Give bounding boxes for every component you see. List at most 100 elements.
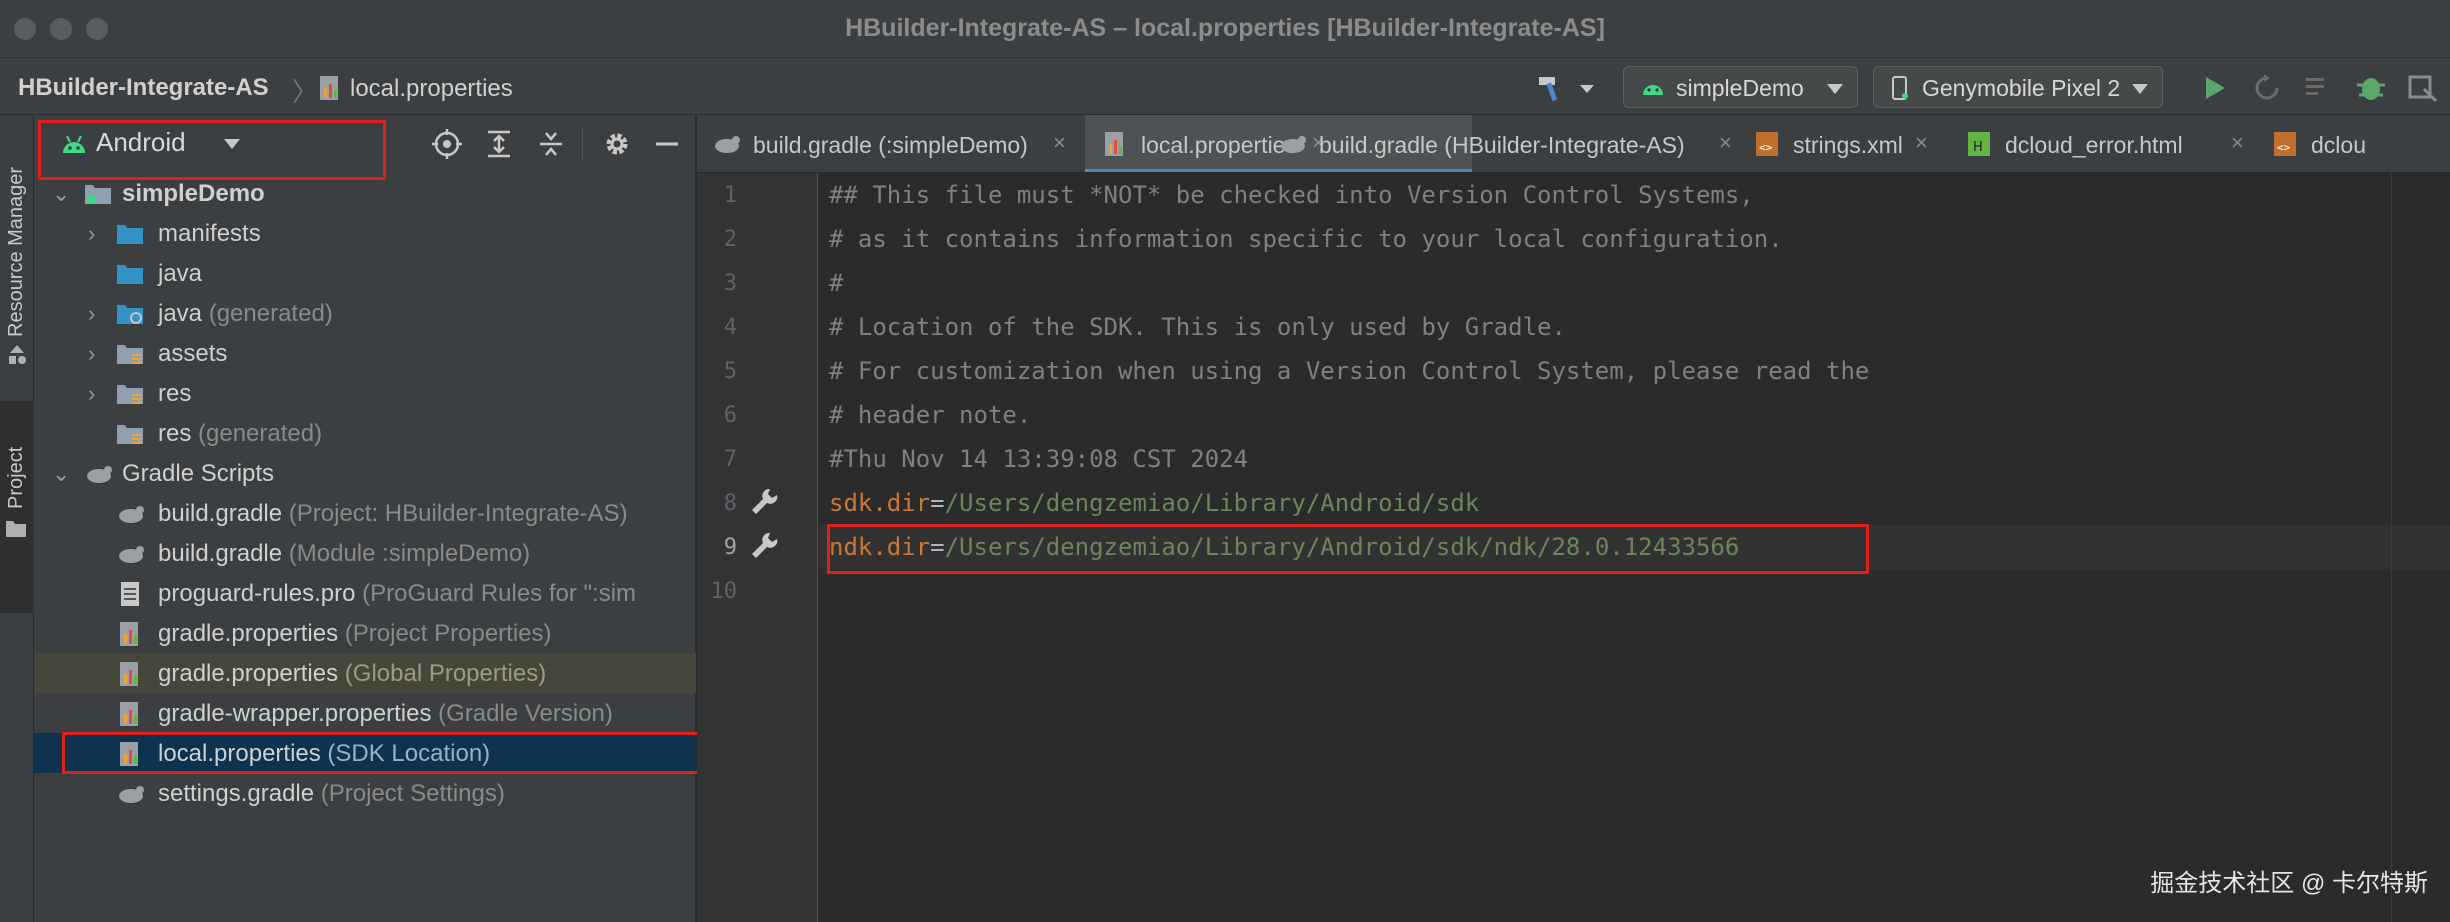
- close-tab-icon[interactable]: ×: [1719, 130, 1732, 156]
- tree-item-gradle-wrapper-properties[interactable]: gradle-wrapper.properties (Gradle Versio…: [34, 693, 696, 733]
- tree-item-simpledemo[interactable]: ⌄ simpleDemo: [34, 173, 696, 213]
- line-number: 4: [723, 315, 737, 340]
- chevron-right-icon: ›: [88, 301, 96, 326]
- line-number: 2: [723, 227, 737, 252]
- breadcrumb-file[interactable]: local.properties: [350, 75, 513, 103]
- gradle-icon: [119, 786, 144, 803]
- hide-panel-icon[interactable]: [652, 129, 682, 159]
- chevron-down-icon: [2132, 84, 2148, 94]
- wrench-icon[interactable]: [749, 486, 779, 516]
- editor-tab-bar: build.gradle (:simpleDemo) × local.prope…: [697, 115, 2450, 173]
- tree-item-manifests[interactable]: › manifests: [34, 213, 696, 253]
- tree-item-java-generated[interactable]: › java (generated): [34, 293, 696, 333]
- xml-file-icon: <>: [1756, 132, 1778, 156]
- chevron-down-icon: ⌄: [52, 461, 71, 486]
- run-icon[interactable]: [2203, 75, 2227, 101]
- line-number: 6: [723, 403, 737, 428]
- breadcrumb-project[interactable]: HBuilder-Integrate-AS: [18, 74, 269, 102]
- code-line: # as it contains information specific to…: [829, 225, 1783, 253]
- navigation-bar: HBuilder-Integrate-AS 〉 local.properties…: [0, 58, 2450, 115]
- tree-item-res-generated[interactable]: res (generated): [34, 413, 696, 453]
- device-select[interactable]: Genymobile Pixel 2: [1873, 66, 2163, 108]
- tree-item-gradle-properties-global[interactable]: gradle.properties (Global Properties): [34, 653, 696, 693]
- code-editor[interactable]: ## This file must *NOT* be checked into …: [819, 173, 2450, 922]
- folder-icon: [6, 521, 26, 537]
- divider: [582, 127, 583, 161]
- tab-strings-xml[interactable]: <> strings.xml ×: [1737, 115, 1965, 172]
- properties-file-icon: [120, 702, 138, 726]
- expand-all-icon[interactable]: [484, 129, 514, 159]
- resource-folder-icon: [117, 345, 143, 364]
- line-number: 7: [723, 447, 737, 472]
- tree-item-proguard-rules[interactable]: proguard-rules.pro (ProGuard Rules for "…: [34, 573, 696, 613]
- chevron-down-icon: [1827, 84, 1843, 94]
- gradle-icon: [1281, 136, 1306, 153]
- tab-build-gradle-simpledemo[interactable]: build.gradle (:simpleDemo) ×: [697, 115, 1085, 172]
- xml-file-icon: <>: [2274, 132, 2296, 156]
- tree-item-gradle-properties-project[interactable]: gradle.properties (Project Properties): [34, 613, 696, 653]
- android-icon: [63, 135, 85, 153]
- locate-file-icon[interactable]: [432, 129, 462, 159]
- project-view-select[interactable]: [38, 120, 386, 180]
- properties-file-icon: [120, 662, 138, 686]
- html-file-icon: H: [1968, 132, 1990, 156]
- device-label: Genymobile Pixel 2: [1922, 75, 2121, 101]
- code-line: # Location of the SDK. This is only used…: [829, 313, 1566, 341]
- code-line: ## This file must *NOT* be checked into …: [829, 181, 1754, 209]
- code-line: # header note.: [829, 401, 1032, 429]
- resource-manager-tab[interactable]: Resource Manager: [0, 115, 34, 365]
- debug-icon[interactable]: [2355, 71, 2387, 103]
- properties-file-icon: [120, 622, 138, 646]
- close-tab-icon[interactable]: ×: [2231, 130, 2244, 156]
- tab-dcloud-partial[interactable]: <> dclou: [2255, 115, 2450, 172]
- tree-item-build-gradle-project[interactable]: build.gradle (Project: HBuilder-Integrat…: [34, 493, 696, 533]
- tree-item-assets[interactable]: › assets: [34, 333, 696, 373]
- svg-text:<>: <>: [1759, 141, 1773, 154]
- project-panel: Android ⌄ simpleDemo › manifests java › …: [34, 115, 727, 922]
- line-number: 5: [723, 359, 737, 384]
- attach-debugger-icon[interactable]: [2408, 73, 2438, 103]
- tree-item-java[interactable]: java: [34, 253, 696, 293]
- close-tab-icon[interactable]: ×: [1053, 130, 1066, 156]
- run-config-select[interactable]: simpleDemo: [1623, 66, 1858, 108]
- resource-folder-icon: [117, 425, 143, 444]
- tab-build-gradle-project[interactable]: build.gradle (HBuilder-Integrate-AS) ×: [1263, 115, 1753, 172]
- project-view-label: Android: [96, 127, 186, 157]
- project-panel-header: Android: [34, 115, 696, 180]
- tree-item-build-gradle-module[interactable]: build.gradle (Module :simpleDemo): [34, 533, 696, 573]
- build-hammer-icon[interactable]: [1535, 73, 1569, 103]
- run-config-label: simpleDemo: [1676, 75, 1804, 101]
- tree-item-res[interactable]: › res: [34, 373, 696, 413]
- svg-text:H: H: [1973, 140, 1983, 155]
- line-number: 9: [723, 535, 737, 560]
- svg-text:<>: <>: [2277, 141, 2291, 154]
- code-line: #: [829, 269, 844, 297]
- code-line: #Thu Nov 14 13:39:08 CST 2024: [829, 445, 1249, 473]
- property-key: sdk.dir: [829, 489, 931, 517]
- phone-icon: [1892, 76, 1908, 100]
- text-file-icon: [121, 582, 139, 606]
- collapse-all-icon[interactable]: [536, 129, 566, 159]
- tree-item-gradle-scripts[interactable]: ⌄ Gradle Scripts: [34, 453, 696, 493]
- generated-folder-icon: [117, 305, 143, 324]
- gradle-icon: [119, 546, 144, 563]
- apply-changes-icon[interactable]: [2252, 73, 2282, 103]
- gradle-icon: [87, 466, 112, 483]
- tree-item-settings-gradle[interactable]: settings.gradle (Project Settings): [34, 773, 696, 813]
- properties-file-icon: [320, 76, 338, 100]
- breadcrumb-separator: 〉: [292, 77, 319, 107]
- wrench-icon[interactable]: [749, 530, 779, 560]
- build-dropdown-icon[interactable]: [1580, 85, 1594, 93]
- highlight-box-local-properties: [62, 732, 727, 774]
- code-line: # For customization when using a Version…: [829, 357, 1870, 385]
- close-tab-icon[interactable]: ×: [1915, 130, 1928, 156]
- tab-dcloud-error-html[interactable]: H dcloud_error.html ×: [1949, 115, 2259, 172]
- chevron-right-icon: ›: [88, 221, 96, 246]
- apply-code-changes-icon[interactable]: [2303, 73, 2333, 103]
- gear-icon[interactable]: [602, 129, 632, 159]
- highlight-box-ndk-dir: [827, 524, 1869, 574]
- line-number: 1: [723, 183, 737, 208]
- project-tab[interactable]: Project: [0, 401, 34, 613]
- chevron-right-icon: ›: [88, 381, 96, 406]
- folder-icon: [117, 265, 143, 284]
